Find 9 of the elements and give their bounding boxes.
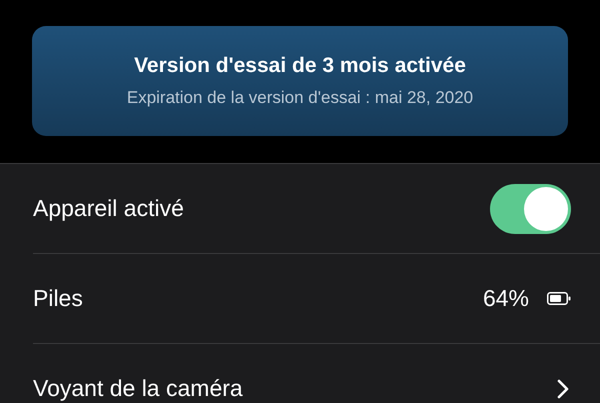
toggle-switch[interactable] (490, 184, 571, 234)
banner-subtitle: Expiration de la version d'essai : mai 28, 2020 (126, 88, 474, 108)
banner-title: Version d'essai de 3 mois activée (134, 54, 466, 78)
chevron-icon[interactable] (557, 378, 569, 398)
battery-icon (547, 292, 571, 305)
setting-label: Appareil activé (33, 195, 185, 222)
setting-label: Piles (33, 285, 84, 312)
setting-label: Voyant de la caméra (33, 375, 244, 402)
battery-value: 64% (482, 285, 529, 312)
